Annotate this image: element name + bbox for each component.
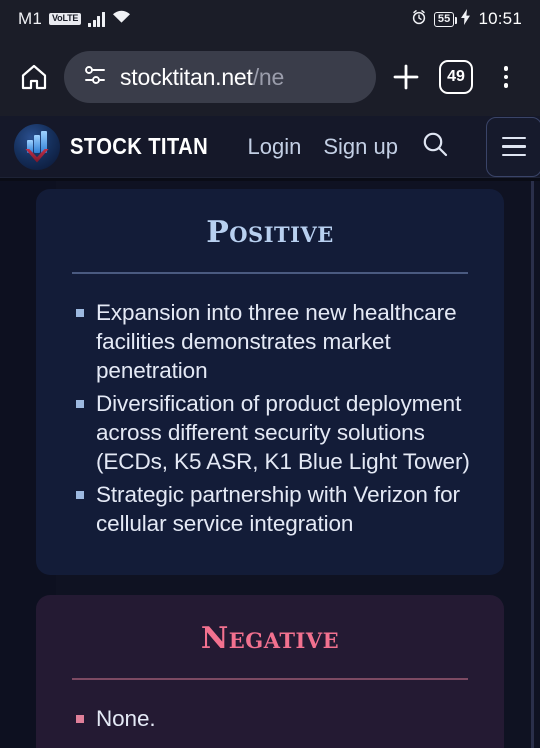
new-tab-button[interactable] [386, 57, 426, 97]
negative-title: Negative [200, 621, 340, 656]
signup-link[interactable]: Sign up [323, 134, 398, 160]
wifi-icon [112, 9, 131, 29]
battery-indicator: 55 [433, 11, 458, 27]
login-link[interactable]: Login [248, 134, 302, 160]
hamburger-menu-button[interactable] [486, 116, 540, 177]
positive-card: Positive Expansion into three new health… [36, 189, 504, 575]
positive-divider [72, 272, 468, 274]
url-bar[interactable]: stocktitan.net/ne [64, 51, 376, 103]
positive-list: Expansion into three new healthcare faci… [70, 298, 480, 538]
site-settings-icon[interactable] [82, 62, 108, 93]
status-bar-clock: 10:51 [478, 9, 522, 28]
site-nav: Login Sign up [248, 116, 540, 177]
status-bar: M1 VoLTE 55 10:51 [0, 0, 540, 38]
brand-title[interactable]: STOCK TITAN [70, 133, 208, 160]
list-item: Strategic partnership with Verizon for c… [70, 480, 480, 538]
list-item: Diversification of product deployment ac… [70, 389, 480, 476]
negative-divider [72, 678, 468, 680]
url-host: stocktitan.net [120, 63, 253, 90]
url-path: /ne [252, 63, 285, 90]
alarm-clock-icon [411, 9, 427, 30]
negative-card: Negative None. [36, 595, 504, 748]
signal-bars-icon [88, 11, 105, 27]
carrier-label: M1 [18, 9, 43, 28]
positive-title: Positive [206, 215, 334, 250]
status-bar-right: 55 10:51 [411, 8, 522, 30]
status-bar-left: M1 VoLTE [18, 9, 131, 29]
stock-titan-logo-icon[interactable] [14, 123, 60, 170]
browser-toolbar: stocktitan.net/ne 49 [0, 38, 540, 116]
tab-count-badge: 49 [439, 60, 473, 94]
home-button[interactable] [14, 57, 54, 97]
negative-list: None. [70, 704, 480, 733]
three-dot-menu-icon [503, 66, 509, 88]
url-text[interactable]: stocktitan.net/ne [120, 64, 284, 91]
charging-bolt-icon [461, 8, 471, 30]
page-content: Positive Expansion into three new health… [0, 181, 540, 748]
phone-screen: M1 VoLTE 55 10:51 stocktitan.net/ne 49 S… [0, 0, 540, 748]
page-scrollbar[interactable] [531, 181, 534, 748]
search-button[interactable] [420, 129, 450, 164]
list-item: Expansion into three new healthcare faci… [70, 298, 480, 385]
site-header: STOCK TITAN Login Sign up [0, 116, 540, 178]
volte-badge: VoLTE [49, 13, 82, 25]
list-item: None. [70, 704, 480, 733]
browser-menu-button[interactable] [486, 57, 526, 97]
tab-switcher-button[interactable]: 49 [436, 57, 476, 97]
